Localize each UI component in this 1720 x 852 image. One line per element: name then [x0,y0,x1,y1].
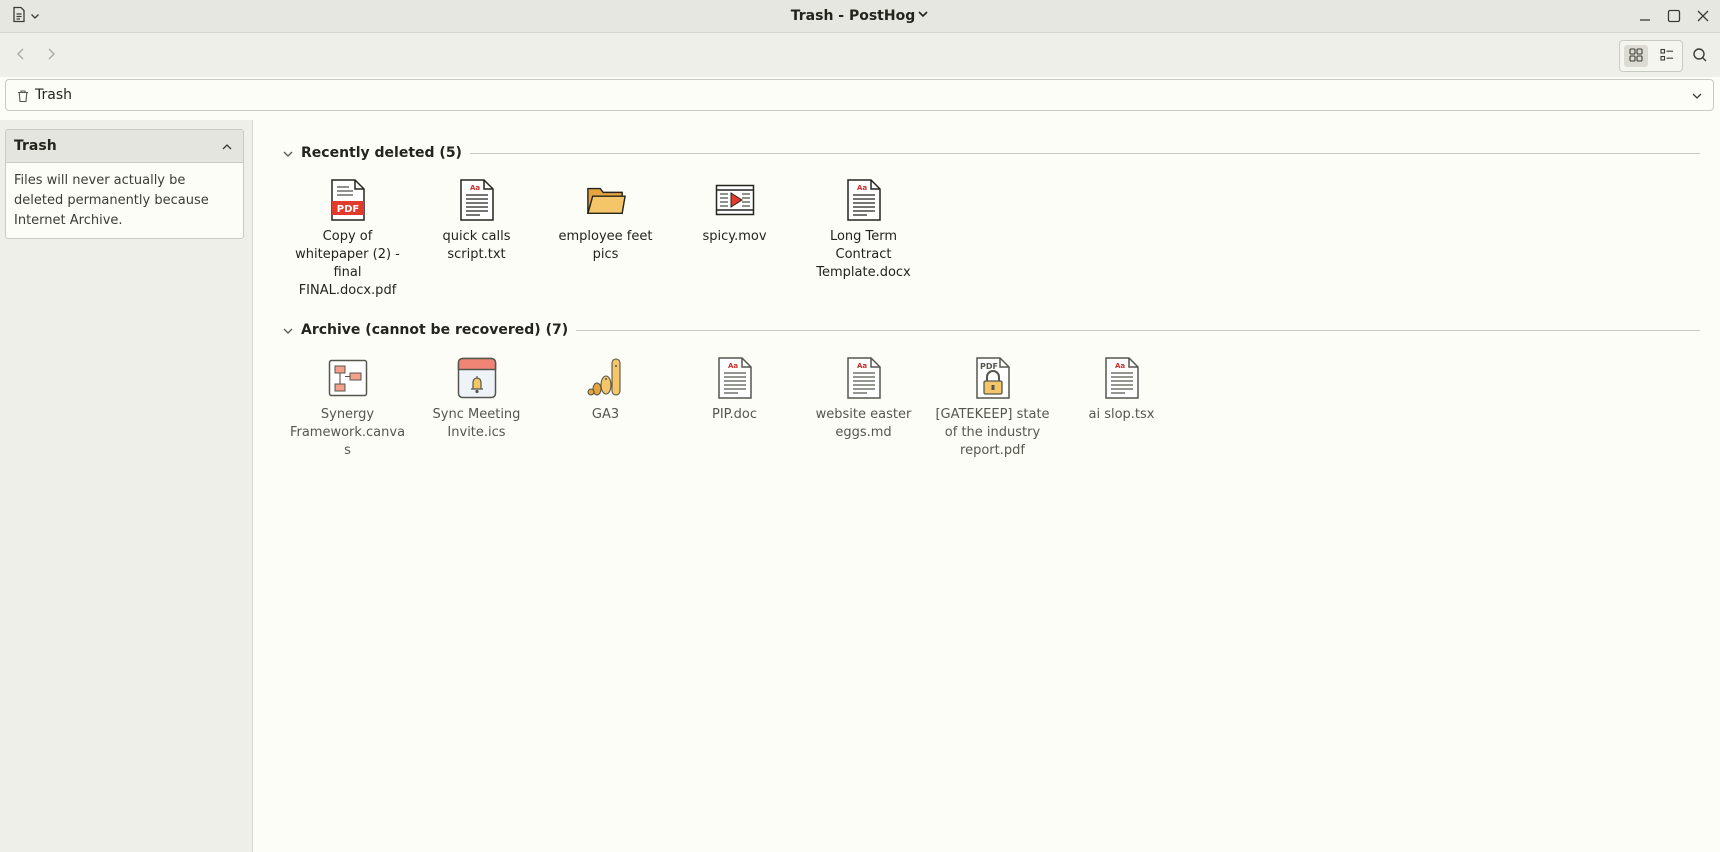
file-label: GA3 [591,407,620,422]
section-title: Recently deleted (5) [301,145,462,161]
file-label: quick calls script.txt [442,229,511,262]
info-panel-title: Trash [14,138,57,154]
calendar-file-icon [457,357,497,399]
svg-text:Aa: Aa [857,184,867,192]
file-browser: Recently deleted (5) PDF Copy of whitepa… [253,120,1720,852]
section-header-archive[interactable]: Archive (cannot be recovered) (7) [281,320,1700,340]
file-label: ai slop.tsx [1088,407,1155,422]
close-icon[interactable] [1694,7,1712,25]
file-label: Sync Meeting Invite.ics [432,407,521,440]
chevron-up-icon[interactable] [220,139,234,158]
locked-pdf-icon: PDF [973,357,1013,399]
document-file-icon: Aa [844,179,884,221]
list-view-icon [1659,47,1674,66]
file-item[interactable]: Aa PIP.doc [670,357,799,460]
title-bar: Trash - PostHog [0,0,1720,33]
file-label: Copy of whitepaper (2) - final FINAL.doc… [295,229,400,298]
trash-info-panel: Trash Files will never actually be delet… [5,129,244,239]
svg-text:Aa: Aa [857,362,867,370]
file-item[interactable]: Synergy Framework.canvas [283,357,412,460]
window-title: Trash - PostHog [790,8,916,24]
file-item[interactable]: employee feet pics [541,179,670,300]
maximize-icon[interactable] [1665,7,1683,25]
file-label: website easter eggs.md [815,407,912,440]
chevron-down-icon[interactable] [1690,88,1704,107]
file-item[interactable]: spicy.mov [670,179,799,300]
forward-icon[interactable] [42,45,60,63]
file-item[interactable]: Aa quick calls script.txt [412,179,541,300]
document-file-icon: Aa [715,357,755,399]
back-icon[interactable] [12,45,30,63]
grid-view-button[interactable] [1623,45,1648,67]
file-label: spicy.mov [702,229,767,244]
svg-text:Aa: Aa [1115,362,1125,370]
svg-text:Aa: Aa [728,362,738,370]
divider [469,152,1700,154]
folder-icon [586,179,626,221]
hedgehog-family-icon [586,357,626,399]
archive-grid: Synergy Framework.canvas Sync Meeting In… [283,357,1186,460]
pdf-file-icon: PDF [328,179,368,221]
window-title-button[interactable]: Trash - PostHog [0,8,1720,24]
grid-view-icon [1628,47,1643,66]
toolbar [0,33,1720,77]
file-item[interactable]: Aa ai slop.tsx [1057,357,1186,460]
file-label: Long Term Contract Template.docx [816,229,911,280]
address-bar[interactable]: Trash [5,79,1714,111]
search-icon[interactable] [1691,46,1709,64]
file-item[interactable]: PDF [GATEKEEP] state of the industry rep… [928,357,1057,460]
file-item[interactable]: Aa Long Term Contract Template.docx [799,179,928,300]
text-file-icon: Aa [457,179,497,221]
file-label: Synergy Framework.canvas [289,407,406,458]
file-label: [GATEKEEP] state of the industry report.… [935,407,1050,458]
svg-text:Aa: Aa [470,184,480,192]
view-mode-toggle [1619,40,1683,72]
text-file-icon: Aa [844,357,884,399]
file-label: employee feet pics [558,229,653,262]
section-title: Archive (cannot be recovered) (7) [301,322,569,338]
text-file-icon: Aa [1102,357,1142,399]
svg-text:PDF: PDF [336,204,358,215]
svg-text:PDF: PDF [980,362,998,371]
canvas-file-icon [328,357,368,399]
chevron-down-icon [281,323,295,337]
trash-icon [16,88,30,107]
divider [576,329,1700,331]
chevron-down-icon [281,146,295,160]
file-item[interactable]: Sync Meeting Invite.ics [412,357,541,460]
file-item[interactable]: GA3 [541,357,670,460]
file-item[interactable]: PDF Copy of whitepaper (2) - final FINAL… [283,179,412,300]
section-header-recently-deleted[interactable]: Recently deleted (5) [281,143,1700,163]
list-view-button[interactable] [1655,45,1679,67]
info-panel-text: Files will never actually be deleted per… [14,173,209,228]
info-panel-header[interactable]: Trash [6,130,243,163]
file-item[interactable]: Aa website easter eggs.md [799,357,928,460]
file-label: PIP.doc [712,407,757,422]
chevron-down-icon [917,8,929,24]
minimize-icon[interactable] [1636,7,1654,25]
address-path: Trash [35,87,72,103]
video-file-icon [715,179,755,221]
recently-deleted-grid: PDF Copy of whitepaper (2) - final FINAL… [283,179,928,300]
